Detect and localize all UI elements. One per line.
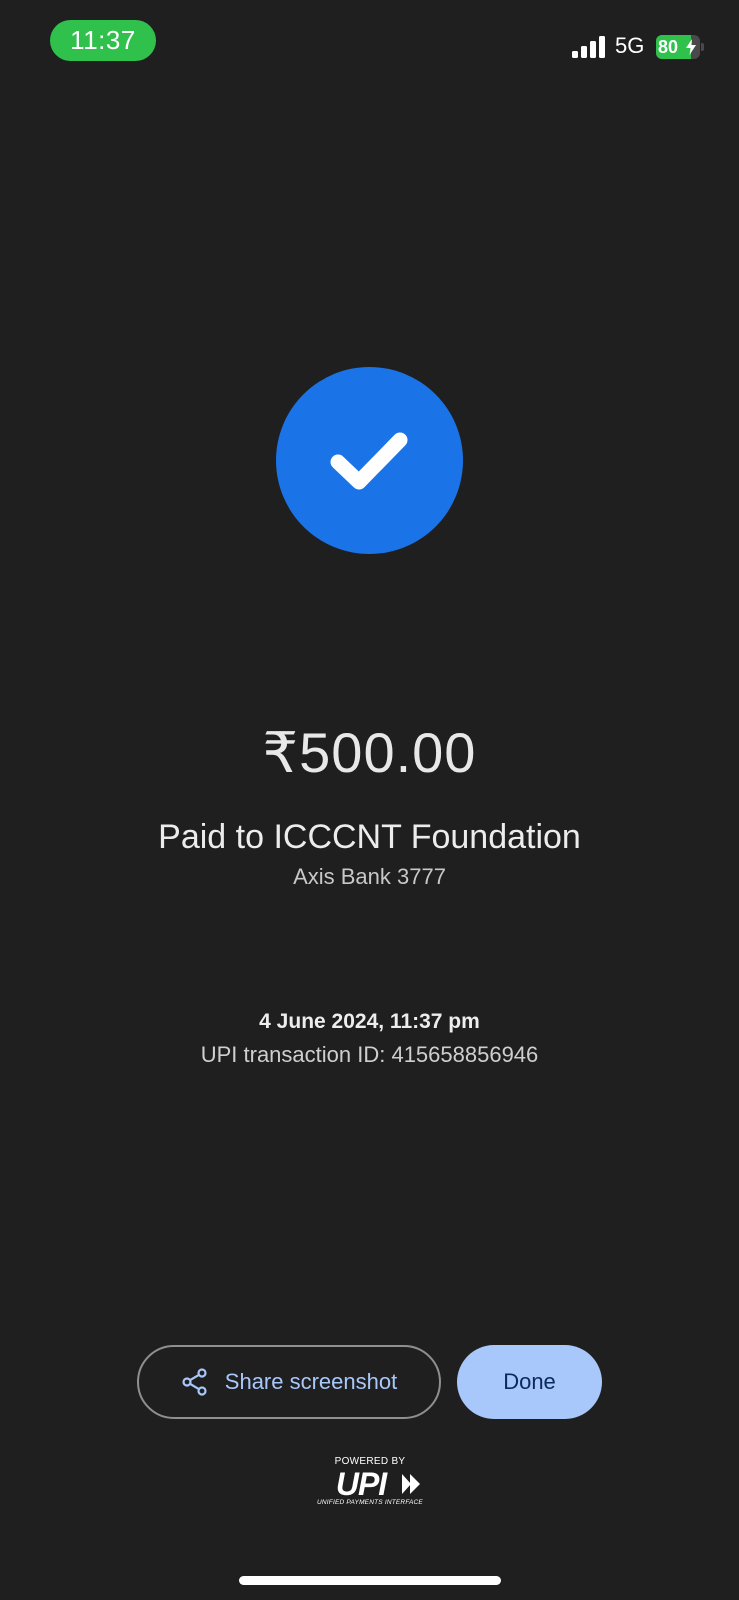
share-button-label: Share screenshot	[224, 1369, 398, 1394]
payment-amount: ₹500.00	[262, 721, 477, 784]
upi-wordmark: UPI	[335, 1466, 387, 1502]
battery-percent: 80	[658, 36, 679, 57]
transaction-datetime: 4 June 2024, 11:37 pm	[259, 1010, 480, 1033]
upi-logo: POWERED BY UPI UNIFIED PAYMENTS INTERFAC…	[310, 1456, 430, 1508]
success-badge	[276, 367, 463, 554]
battery-icon: 80	[656, 35, 704, 59]
charging-bolt-icon	[686, 39, 696, 55]
done-button[interactable]: Done	[457, 1345, 602, 1419]
transaction-id[interactable]: UPI transaction ID: 415658856946	[0, 1042, 739, 1068]
payee-name: Paid to ICCCNT Foundation	[158, 818, 581, 856]
cellular-signal-icon	[572, 36, 605, 58]
bank-account: Axis Bank 3777	[293, 864, 446, 889]
upi-arrow-icon	[402, 1474, 420, 1494]
battery-cap	[701, 43, 704, 51]
upi-wordmark-group: UPI	[310, 1466, 430, 1502]
status-bar: 11:37 5G 80	[0, 0, 739, 80]
status-time[interactable]: 11:37	[50, 20, 156, 61]
check-icon	[330, 432, 408, 490]
share-icon	[182, 1368, 207, 1396]
network-type: 5G	[615, 33, 645, 58]
share-screenshot-button[interactable]: Share screenshot	[137, 1345, 441, 1419]
home-indicator[interactable]	[239, 1576, 501, 1585]
